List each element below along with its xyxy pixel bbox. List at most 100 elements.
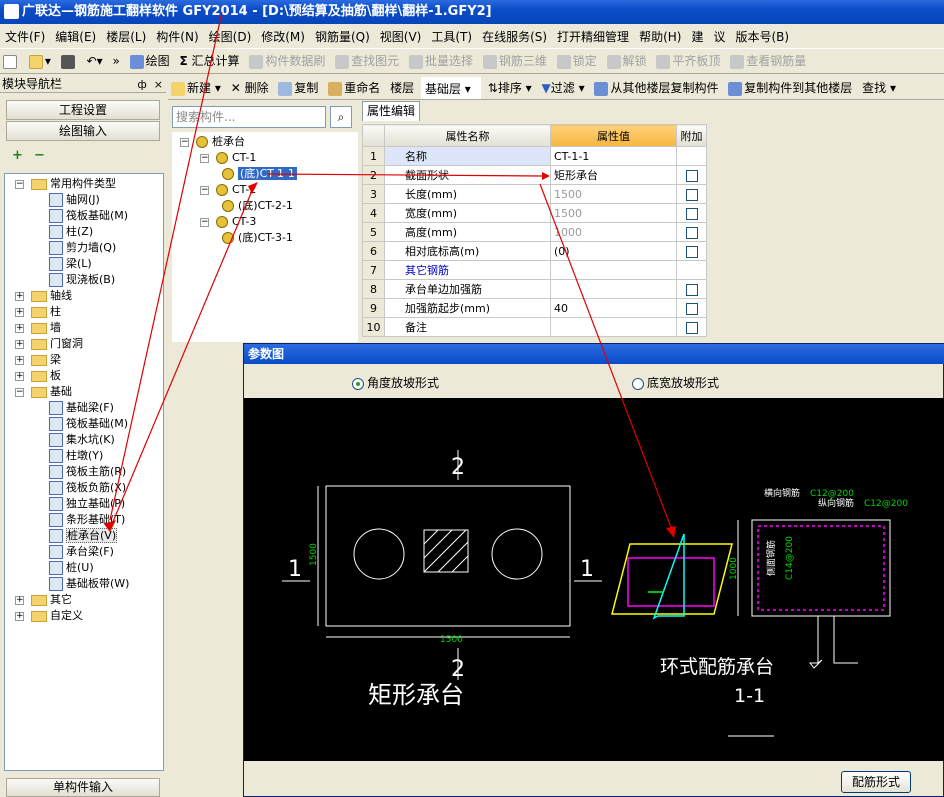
nav-folder[interactable]: + 墙 [15, 320, 61, 336]
nav-folder[interactable]: + 门窗洞 [15, 336, 83, 352]
menu-fine-manage[interactable]: 打开精细管理 [552, 26, 634, 46]
nav-folder[interactable]: + 其它 [15, 592, 72, 608]
nav-component-item[interactable]: 桩(U) [49, 560, 94, 576]
radio-angle-slope[interactable]: 角度放坡形式 [352, 374, 439, 391]
batch-select-button[interactable]: 批量选择 [406, 50, 476, 72]
comp-subitem[interactable]: (底)CT-3-1 [222, 230, 293, 246]
nav-component-item[interactable]: 集水坑(K) [49, 432, 115, 448]
property-value[interactable]: 1000 [550, 222, 677, 242]
sort-button[interactable]: ⇅排序 ▾ [485, 77, 535, 99]
close-icon[interactable]: × [154, 78, 163, 91]
nav-folder[interactable]: + 轴线 [15, 288, 72, 304]
rebar-3d-button[interactable]: 钢筋三维 [480, 50, 550, 72]
unlock-button[interactable]: 解锁 [604, 50, 650, 72]
copy-button[interactable]: 复制 [275, 77, 321, 99]
menu-file[interactable]: 文件(F) [0, 26, 50, 46]
collapse-all-icon[interactable]: − [34, 148, 45, 163]
search-icon[interactable]: ⌕ [330, 106, 352, 128]
collapse-icon[interactable]: − [15, 180, 24, 189]
comp-item[interactable]: − CT-2 [200, 182, 256, 198]
floor-select[interactable]: 基础层 ▾ [420, 77, 481, 99]
menu-yi[interactable]: 议 [708, 26, 730, 46]
extra-checkbox[interactable] [685, 188, 698, 201]
comp-subitem[interactable]: (底)CT-2-1 [222, 198, 293, 214]
property-extra[interactable] [676, 203, 707, 223]
nav-component-item[interactable]: 条形基础(T) [49, 512, 125, 528]
menu-edit[interactable]: 编辑(E) [50, 26, 101, 46]
nav-component-item[interactable]: 柱墩(Y) [49, 448, 103, 464]
menu-jian[interactable]: 建 [686, 26, 708, 46]
nav-component-item[interactable]: 筏板主筋(R) [49, 464, 126, 480]
property-extra[interactable] [676, 317, 707, 337]
property-extra[interactable] [676, 241, 707, 261]
new-component-button[interactable]: 新建 ▾ [168, 77, 224, 99]
find-button[interactable]: 查找 ▾ [859, 77, 899, 99]
property-row[interactable]: 1 名称 CT-1-1 [362, 146, 707, 166]
menu-rebar[interactable]: 钢筋量(Q) [310, 26, 375, 46]
rename-button[interactable]: 重命名 [325, 77, 383, 99]
nav-component-item[interactable]: 剪力墙(Q) [49, 240, 116, 256]
expand-icon[interactable]: + [15, 372, 24, 381]
menu-draw[interactable]: 绘图(D) [204, 26, 257, 46]
comp-item[interactable]: − CT-3 [200, 214, 256, 230]
property-extra[interactable] [676, 222, 707, 242]
extra-checkbox[interactable] [685, 226, 698, 239]
nav-component-item[interactable]: 梁(L) [49, 256, 92, 272]
expand-icon[interactable]: + [15, 596, 24, 605]
extra-checkbox[interactable] [685, 283, 698, 296]
nav-component-item[interactable]: 独立基础(P) [49, 496, 125, 512]
nav-folder[interactable]: + 自定义 [15, 608, 83, 624]
collapse-icon[interactable]: − [15, 388, 24, 397]
extra-checkbox[interactable] [685, 169, 698, 182]
undo-button[interactable]: ↶▾ [84, 50, 106, 72]
property-value[interactable]: CT-1-1 [550, 146, 677, 166]
property-extra[interactable] [676, 165, 707, 185]
view-rebar-qty-button[interactable]: 查看钢筋量 [727, 50, 809, 72]
nav-component-item[interactable]: 筏板负筋(X) [49, 480, 126, 496]
format-brush-button[interactable]: 构件数据刷 [246, 50, 328, 72]
tab-property-edit[interactable]: 属性编辑 [362, 101, 420, 121]
menu-tools[interactable]: 工具(T) [426, 26, 477, 46]
property-row[interactable]: 7 其它钢筋 [362, 260, 707, 280]
collapse-icon[interactable]: − [200, 218, 209, 227]
find-element-button[interactable]: 查找图元 [332, 50, 402, 72]
nav-component-item[interactable]: 筏板基础(M) [49, 208, 128, 224]
expand-icon[interactable]: + [15, 340, 24, 349]
filter-button[interactable]: ▼过滤 ▾ [539, 77, 588, 99]
project-settings-button[interactable]: 工程设置 [6, 100, 160, 120]
menu-version[interactable]: 版本号(B) [730, 26, 794, 46]
property-row[interactable]: 8 承台单边加强筋 [362, 279, 707, 299]
nav-folder[interactable]: − 常用构件类型 [15, 176, 116, 192]
nav-component-item[interactable]: 柱(Z) [49, 224, 93, 240]
flush-top-button[interactable]: 平齐板顶 [653, 50, 723, 72]
nav-component-item[interactable]: 承台梁(F) [49, 544, 114, 560]
nav-component-item[interactable]: 现浇板(B) [49, 272, 115, 288]
nav-component-item[interactable]: 轴网(J) [49, 192, 100, 208]
nav-folder[interactable]: + 梁 [15, 352, 61, 368]
property-value[interactable]: 1500 [550, 203, 677, 223]
menu-help[interactable]: 帮助(H) [634, 26, 686, 46]
nav-folder[interactable]: + 柱 [15, 304, 61, 320]
radio-bottom-width-slope[interactable]: 底宽放坡形式 [632, 374, 719, 391]
comp-subitem[interactable]: (底)CT-1-1 [222, 166, 297, 182]
property-value[interactable]: 1500 [550, 184, 677, 204]
nav-folder[interactable]: + 板 [15, 368, 61, 384]
open-file-button[interactable]: ▾ [26, 50, 54, 72]
expand-icon[interactable]: + [15, 356, 24, 365]
property-value[interactable] [550, 317, 677, 337]
property-extra[interactable] [676, 184, 707, 204]
property-value[interactable]: (0) [550, 241, 677, 261]
property-row[interactable]: 4 宽度(mm) 1500 [362, 203, 707, 223]
menu-view[interactable]: 视图(V) [375, 26, 427, 46]
extra-checkbox[interactable] [685, 321, 698, 334]
copy-to-floor-button[interactable]: 复制构件到其他楼层 [725, 77, 855, 99]
draw-input-button[interactable]: 绘图输入 [6, 121, 160, 141]
extra-checkbox[interactable] [685, 245, 698, 258]
new-file-button[interactable] [0, 50, 22, 72]
nav-component-item[interactable]: 桩承台(V) [49, 528, 118, 544]
property-row[interactable]: 3 长度(mm) 1500 [362, 184, 707, 204]
comp-item[interactable]: − CT-1 [200, 150, 256, 166]
sum-calc-button[interactable]: Σ 汇总计算 [176, 50, 242, 72]
menu-component[interactable]: 构件(N) [151, 26, 203, 46]
rebar-form-button[interactable]: 配筋形式 [841, 771, 911, 793]
